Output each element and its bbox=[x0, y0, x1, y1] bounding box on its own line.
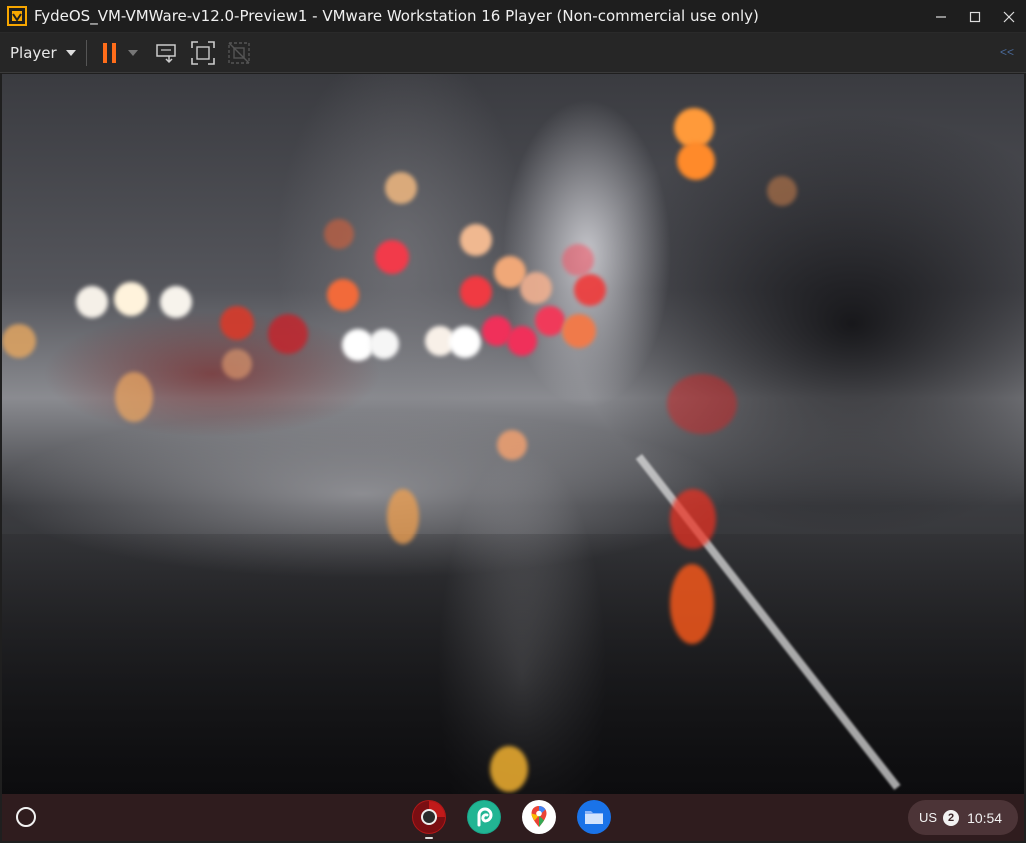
shelf-app-chromium[interactable] bbox=[412, 800, 446, 839]
shelf-apps bbox=[412, 800, 611, 839]
minimize-button[interactable] bbox=[924, 0, 958, 33]
shelf-app-google-maps[interactable] bbox=[522, 800, 556, 834]
wallpaper-bokeh bbox=[369, 329, 399, 359]
vm-display[interactable] bbox=[2, 74, 1024, 794]
wallpaper-bokeh bbox=[2, 324, 36, 358]
google-maps-icon bbox=[523, 801, 555, 833]
shelf-app-files[interactable] bbox=[577, 800, 611, 834]
chevron-down-icon bbox=[65, 49, 76, 56]
player-menu-button[interactable]: Player bbox=[10, 44, 76, 62]
wallpaper-bokeh bbox=[268, 314, 308, 354]
wallpaper-bokeh bbox=[327, 279, 359, 311]
wallpaper-bokeh bbox=[222, 349, 252, 379]
toolbar-separator bbox=[85, 39, 87, 66]
wallpaper-bokeh bbox=[562, 314, 596, 348]
shelf-app-picsart[interactable] bbox=[467, 800, 501, 834]
maximize-button[interactable] bbox=[958, 0, 992, 33]
dropdown-arrow-icon bbox=[127, 49, 138, 56]
player-menu-label: Player bbox=[10, 43, 57, 62]
wallpaper-bokeh bbox=[76, 286, 108, 318]
status-tray[interactable]: US 2 10:54 bbox=[908, 800, 1018, 835]
minimize-icon bbox=[936, 15, 946, 18]
window-controls bbox=[924, 0, 1026, 33]
fullscreen-button[interactable] bbox=[185, 33, 221, 73]
vmware-app-icon bbox=[6, 5, 28, 27]
wallpaper-bokeh bbox=[677, 142, 715, 180]
wallpaper-bokeh bbox=[535, 306, 565, 336]
wallpaper-bokeh bbox=[667, 374, 737, 434]
fullscreen-icon bbox=[190, 40, 215, 65]
clock: 10:54 bbox=[967, 809, 1003, 826]
send-ctrl-alt-del-button[interactable] bbox=[149, 33, 185, 73]
close-button[interactable] bbox=[992, 0, 1026, 33]
notification-count-badge: 2 bbox=[943, 809, 960, 826]
running-indicator bbox=[425, 837, 433, 839]
wallpaper-bokeh bbox=[114, 282, 148, 316]
shelf: US 2 10:54 bbox=[2, 794, 1024, 841]
power-options-dropdown[interactable] bbox=[125, 33, 141, 73]
files-icon bbox=[578, 801, 610, 833]
vmware-toolbar: Player << bbox=[0, 33, 1026, 73]
wallpaper-bokeh bbox=[449, 326, 481, 358]
wallpaper-bokeh bbox=[115, 372, 153, 422]
launcher-button[interactable] bbox=[16, 807, 36, 827]
unity-button[interactable] bbox=[221, 33, 257, 73]
wallpaper-bokeh bbox=[767, 176, 797, 206]
pause-icon bbox=[102, 42, 116, 63]
wallpaper-bokeh bbox=[387, 489, 419, 544]
picsart-icon bbox=[468, 801, 500, 833]
wallpaper-bokeh bbox=[670, 489, 716, 549]
wallpaper-bokeh bbox=[460, 224, 492, 256]
wallpaper-bokeh bbox=[507, 326, 537, 356]
close-icon bbox=[1003, 11, 1015, 22]
wallpaper-bokeh bbox=[562, 244, 594, 276]
wallpaper-bokeh bbox=[375, 240, 409, 274]
send-ctrl-alt-del-icon bbox=[155, 43, 176, 63]
wallpaper-bokeh bbox=[385, 172, 417, 204]
unity-icon bbox=[227, 41, 250, 64]
wallpaper-bokeh bbox=[497, 430, 527, 460]
title-bar: FydeOS_VM-VMWare-v12.0-Preview1 - VMware… bbox=[0, 0, 1026, 33]
collapse-toolbar-icon[interactable]: << bbox=[1000, 45, 1014, 59]
window-title: FydeOS_VM-VMWare-v12.0-Preview1 - VMware… bbox=[34, 7, 759, 25]
pause-button[interactable] bbox=[99, 33, 121, 73]
wallpaper-bokeh bbox=[670, 564, 714, 644]
wallpaper-bokeh bbox=[160, 286, 192, 318]
wallpaper-bokeh bbox=[490, 746, 528, 792]
wallpaper-bokeh bbox=[520, 272, 552, 304]
maximize-icon bbox=[969, 11, 981, 22]
wallpaper-bokeh bbox=[220, 306, 254, 340]
wallpaper-bokeh bbox=[324, 219, 354, 249]
wallpaper-bokeh bbox=[574, 274, 606, 306]
ime-indicator: US bbox=[919, 810, 938, 825]
wallpaper-bokeh bbox=[460, 276, 492, 308]
chromium-icon bbox=[413, 801, 445, 833]
